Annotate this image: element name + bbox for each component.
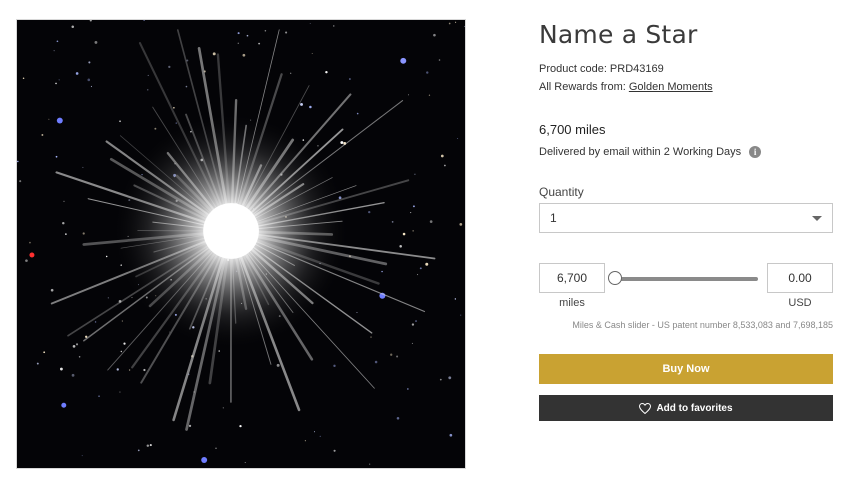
usd-unit-label: USD xyxy=(788,297,812,309)
miles-input[interactable]: 6,700 xyxy=(539,263,605,293)
miles-unit-label: miles xyxy=(559,297,585,309)
chevron-down-icon xyxy=(812,215,822,221)
miles-cash-slider-track[interactable] xyxy=(614,277,758,281)
product-code: Product code: PRD43169 xyxy=(539,63,664,75)
heart-icon xyxy=(639,402,652,414)
product-title: Name a Star xyxy=(539,20,698,49)
rewards-prefix: All Rewards from: xyxy=(539,81,629,93)
quantity-select[interactable]: 1 xyxy=(539,203,833,233)
favorites-label: Add to favorites xyxy=(656,402,733,414)
miles-cash-slider-handle[interactable] xyxy=(608,271,622,285)
delivery-info: Delivered by email within 2 Working Days… xyxy=(539,146,762,158)
usd-input[interactable]: 0.00 xyxy=(767,263,833,293)
delivery-text: Delivered by email within 2 Working Days xyxy=(539,146,742,158)
star-image xyxy=(17,20,465,468)
add-to-favorites-button[interactable]: Add to favorites xyxy=(539,395,833,421)
buy-now-button[interactable]: Buy Now xyxy=(539,354,833,384)
product-image xyxy=(16,19,466,469)
rewards-link[interactable]: Golden Moments xyxy=(629,81,713,93)
patent-note: Miles & Cash slider - US patent number 8… xyxy=(572,320,833,330)
quantity-value: 1 xyxy=(550,211,557,225)
product-price: 6,700 miles xyxy=(539,122,606,137)
info-icon[interactable]: i xyxy=(749,146,762,158)
rewards-line: All Rewards from: Golden Moments xyxy=(539,81,713,93)
quantity-label: Quantity xyxy=(539,185,584,199)
